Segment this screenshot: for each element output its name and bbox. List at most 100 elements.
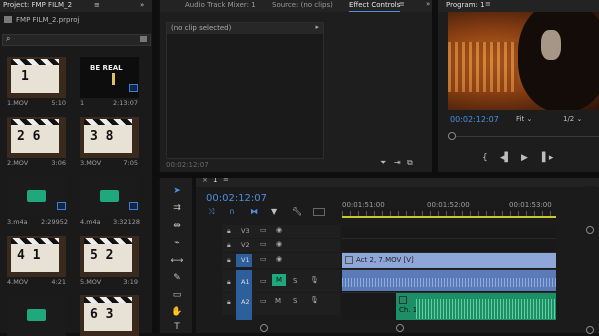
clip-thumbnail-7[interactable]: 6 3 (80, 295, 139, 336)
snap-icon[interactable]: ⤨ (208, 207, 214, 217)
work-area-bar[interactable] (342, 216, 556, 218)
lock-icon[interactable]: 🔒︎ (227, 298, 231, 307)
scroll-handle[interactable] (586, 226, 594, 234)
pen-tool-icon[interactable]: ✎ (170, 271, 184, 285)
lock-icon[interactable]: 🔒︎ (227, 256, 231, 265)
program-video-frame[interactable] (448, 12, 599, 110)
audio-clip-a2[interactable]: Ch. 1 (396, 293, 556, 320)
toggle-output-icon[interactable]: ▭ (260, 297, 267, 305)
project-search-bar[interactable]: ⌕ (2, 34, 151, 46)
new-bin-icon[interactable] (140, 36, 147, 42)
export-icon[interactable]: ⇥ (394, 158, 401, 167)
ripple-edit-tool-icon[interactable]: ⇹ (170, 219, 184, 233)
track-label-v3: V3 (241, 227, 250, 235)
clip-thumbnail-3[interactable]: 2 6 (7, 117, 66, 158)
slate-number: 6 3 (90, 307, 114, 322)
track-label-a2: A2 (241, 298, 250, 306)
toggle-output-icon[interactable]: ▭ (260, 255, 267, 263)
panel-menu-icon[interactable]: ≡ (399, 0, 405, 8)
slate-number: 4 1 (17, 248, 41, 263)
timeline-vertical-scrollbar[interactable] (585, 186, 595, 334)
clip-name: 5.MOV (80, 278, 102, 286)
clip-name: 1.MOV (7, 99, 29, 107)
toggle-output-icon[interactable]: ▭ (260, 240, 267, 248)
lock-icon[interactable]: 🔒︎ (227, 278, 231, 287)
mark-in-icon[interactable]: { (482, 152, 488, 164)
ruler-tick-label: 00:01:52:00 (427, 201, 470, 209)
captions-icon[interactable] (313, 208, 325, 216)
lock-icon[interactable]: 🔒︎ (227, 227, 231, 236)
mute-button[interactable]: M (275, 297, 281, 305)
waveform-icon (27, 190, 46, 202)
resolution-select[interactable]: 1/2 ⌄ (563, 115, 582, 123)
track-label-v2: V2 (241, 241, 250, 249)
clip-thumbnail-1[interactable]: 1 (7, 57, 66, 98)
expand-panels-icon[interactable]: » (426, 0, 430, 8)
panel-menu-icon[interactable]: ≡ (94, 0, 100, 11)
magnet-icon[interactable]: ∩ (229, 207, 235, 216)
resolution-select-value: 1/2 (563, 115, 575, 123)
fx-badge-icon (399, 296, 407, 304)
tab-source[interactable]: Source: (no clips) (272, 0, 333, 11)
time-ruler[interactable]: 00:01:51:00 00:01:52:00 00:01:53:00 (342, 198, 556, 218)
play-arrow-icon[interactable]: ▸ (315, 23, 319, 31)
hand-tool-icon[interactable]: ✋ (170, 305, 184, 319)
rectangle-tool-icon[interactable]: ▭ (170, 288, 184, 302)
audio-thumbnail-3[interactable] (7, 295, 66, 336)
program-timecode[interactable]: 00:02:12:07 (450, 115, 499, 124)
playhead-handle[interactable] (448, 132, 456, 140)
zoom-select[interactable]: Fit ⌄ (516, 115, 532, 123)
project-title[interactable]: Project: FMP FILM_2 (3, 0, 72, 11)
audio-thumbnail-1[interactable] (7, 176, 66, 217)
play-icon[interactable]: ▶ (521, 152, 528, 164)
microphone-icon[interactable]: 🎙︎ (310, 276, 319, 284)
selection-tool-icon[interactable]: ➤ (170, 184, 184, 198)
scroll-handle[interactable] (396, 324, 404, 332)
audio-clip-label: Ch. 1 (399, 306, 418, 314)
tab-effect-controls[interactable]: Effect Controls (349, 0, 401, 12)
step-forward-icon[interactable]: ▌▸ (542, 152, 553, 164)
timeline-timecode[interactable]: 00:02:12:07 (206, 193, 267, 204)
program-title[interactable]: Program: 1 (446, 1, 485, 9)
add-marker-icon[interactable]: ▼ (271, 207, 277, 216)
mute-button[interactable]: M (272, 274, 286, 286)
slate-number: 1 (21, 69, 29, 84)
panel-menu-icon[interactable]: ≡ (485, 0, 491, 8)
expand-panels-icon[interactable]: » (140, 0, 144, 11)
scrubber-track (448, 136, 599, 137)
ruler-tick-label: 00:01:53:00 (509, 201, 552, 209)
effect-controls-timecode: 00:02:12:07 (166, 161, 209, 169)
lane-divider (342, 238, 556, 239)
video-clip[interactable]: Act 2, 7.MOV [V] (342, 253, 556, 268)
wrench-icon[interactable]: 🔧︎ (292, 207, 302, 216)
linked-selection-icon[interactable]: ⧓ (250, 207, 258, 216)
tab-audio-track-mixer[interactable]: Audio Track Mixer: 1 (185, 0, 256, 11)
extra-icon[interactable]: ⧉ (407, 158, 413, 168)
filter-icon[interactable]: ⏷ (380, 158, 386, 168)
eye-icon[interactable]: ◉ (276, 226, 282, 234)
track-label-v1: V1 (241, 256, 250, 264)
type-tool-icon[interactable]: T (170, 320, 184, 334)
audio-clip-a1[interactable] (342, 270, 556, 291)
solo-button[interactable]: S (293, 297, 297, 305)
eye-icon[interactable]: ◉ (276, 255, 282, 263)
clip-thumbnail-4[interactable]: 3 8 (80, 117, 139, 158)
toggle-output-icon[interactable]: ▭ (260, 277, 267, 285)
solo-button[interactable]: S (293, 277, 297, 285)
program-scrubber[interactable] (448, 132, 599, 140)
razor-tool-icon[interactable]: ⌁ (170, 236, 184, 250)
step-back-icon[interactable]: ◂▌ (500, 152, 511, 164)
clip-thumbnail-5[interactable]: 4 1 (7, 236, 66, 277)
audio-thumbnail-2[interactable] (80, 176, 139, 217)
microphone-icon[interactable]: 🎙︎ (310, 296, 319, 304)
lock-icon[interactable]: 🔒︎ (227, 241, 231, 250)
scroll-handle[interactable] (260, 324, 268, 332)
audio-waveform (416, 299, 556, 319)
clip-name: 3.MOV (80, 159, 102, 167)
eye-icon[interactable]: ◉ (276, 240, 282, 248)
track-select-tool-icon[interactable]: ⇉ (170, 201, 184, 215)
slip-tool-icon[interactable]: ⟷ (170, 254, 184, 268)
clip-thumbnail-6[interactable]: 5 2 (80, 236, 139, 277)
toggle-output-icon[interactable]: ▭ (260, 226, 267, 234)
panel-divider (158, 172, 599, 178)
